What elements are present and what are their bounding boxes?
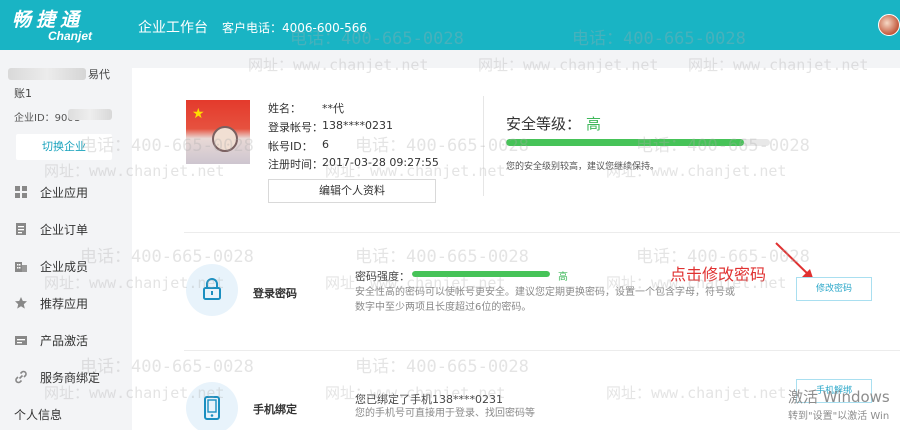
- top-header: 畅捷通 Chanjet 企业工作台 客户电话：4006-600-566: [0, 0, 900, 50]
- password-strength-bar: [412, 271, 550, 277]
- profile-face: [212, 126, 238, 152]
- lock-icon: [203, 278, 221, 300]
- security-level-label: 安全等级：: [506, 115, 582, 133]
- click-change-password-annotation: 点击修改密码: [670, 265, 767, 284]
- section-divider: [184, 232, 900, 233]
- password-desc-line1: 安全性高的密码可以使帐号更安全。建议您定期更换密码，设置一个包含字母，符号或: [355, 287, 735, 298]
- customer-hotline: 客户电话：4006-600-566: [222, 21, 368, 35]
- building-icon: [14, 259, 28, 273]
- workbench-title: 企业工作台: [138, 20, 208, 36]
- grid-icon: [14, 185, 28, 199]
- enterprise-id-blurred: [68, 109, 112, 120]
- phone-icon-circle: [186, 382, 238, 430]
- phone-icon: [204, 396, 220, 420]
- password-strength-bar-fill: [412, 271, 550, 277]
- sidebar-item-recommended-apps[interactable]: 推荐应用: [0, 291, 123, 315]
- name-label: 姓名：: [268, 102, 301, 115]
- password-strength-label: 密码强度：: [355, 270, 410, 283]
- sidebar-item-label: 企业订单: [40, 222, 89, 237]
- windows-activation-subtext: 转到"设置"以激活 Win: [788, 411, 890, 422]
- sidebar-item-label: 产品激活: [40, 333, 89, 348]
- login-account-label: 登录帐号：: [268, 121, 323, 134]
- windows-activation-text: 激活 Windows: [788, 388, 890, 406]
- account-label: 账1: [14, 87, 32, 100]
- security-level-bar: [506, 139, 770, 146]
- login-account-value: 138****0231: [322, 119, 393, 132]
- register-time-value: 2017-03-28 09:27:55: [322, 156, 439, 169]
- account-id-value: 6: [322, 138, 329, 151]
- name-value: **代: [322, 102, 344, 115]
- sidebar-item-label: 企业成员: [40, 259, 89, 274]
- section-divider: [184, 350, 900, 351]
- sidebar-item-personal-info[interactable]: 个人信息: [14, 406, 62, 423]
- sidebar-item-enterprise-apps[interactable]: 企业应用: [0, 180, 123, 204]
- security-level-value: 高: [586, 115, 602, 133]
- lock-icon-circle: [186, 264, 238, 316]
- register-time-label: 注册时间：: [268, 158, 323, 171]
- company-name-blurred: [8, 68, 86, 80]
- link-icon: [14, 370, 28, 384]
- account-id-label: 帐号ID：: [268, 140, 313, 153]
- account-security-panel: ★ 姓名： **代 登录帐号： 138****0231 帐号ID： 6 注册时间…: [132, 68, 900, 430]
- security-tip: 您的安全级别较高，建议您继续保持。: [506, 162, 660, 172]
- sidebar: 易代 账1 企业ID：9001 切换企业 企业应用 企业订单 企业成员 推荐应用…: [0, 50, 123, 430]
- sidebar-item-label: 推荐应用: [40, 296, 89, 311]
- password-strength-value: 高: [558, 272, 568, 283]
- sidebar-item-enterprise-orders[interactable]: 企业订单: [0, 217, 123, 241]
- sidebar-item-product-activation[interactable]: 产品激活: [0, 328, 123, 352]
- security-level-bar-fill: [506, 139, 744, 146]
- profile-photo[interactable]: ★: [186, 100, 250, 164]
- sidebar-item-label: 服务商绑定: [40, 370, 101, 385]
- flag-star-icon: ★: [192, 106, 205, 122]
- card-icon: [14, 333, 28, 347]
- user-avatar[interactable]: [878, 14, 900, 36]
- phone-desc: 您的手机号可直接用于登录、找回密码等: [355, 408, 535, 419]
- switch-enterprise-button[interactable]: 切换企业: [16, 134, 112, 160]
- password-desc-line2: 数字中至少两项且长度超过6位的密码。: [355, 302, 532, 313]
- sidebar-item-provider-binding[interactable]: 服务商绑定: [0, 365, 123, 389]
- chanjet-logo[interactable]: 畅捷通 Chanjet: [12, 5, 92, 43]
- logo-en-text: Chanjet: [48, 29, 93, 43]
- phone-binding-title: 手机绑定: [253, 403, 297, 416]
- change-password-button[interactable]: 修改密码: [796, 277, 872, 301]
- sidebar-item-label: 企业应用: [40, 185, 89, 200]
- clipboard-icon: [14, 222, 28, 236]
- vertical-divider: [483, 96, 484, 196]
- star-icon: [14, 296, 28, 310]
- edit-profile-button[interactable]: 编辑个人资料: [268, 179, 436, 203]
- company-name-suffix: 易代: [88, 68, 110, 81]
- phone-bound-text: 您已绑定了手机138****0231: [355, 393, 503, 406]
- logo-cn-text: 畅捷通: [12, 9, 85, 31]
- login-password-title: 登录密码: [253, 287, 297, 300]
- sidebar-item-enterprise-members[interactable]: 企业成员: [0, 254, 123, 278]
